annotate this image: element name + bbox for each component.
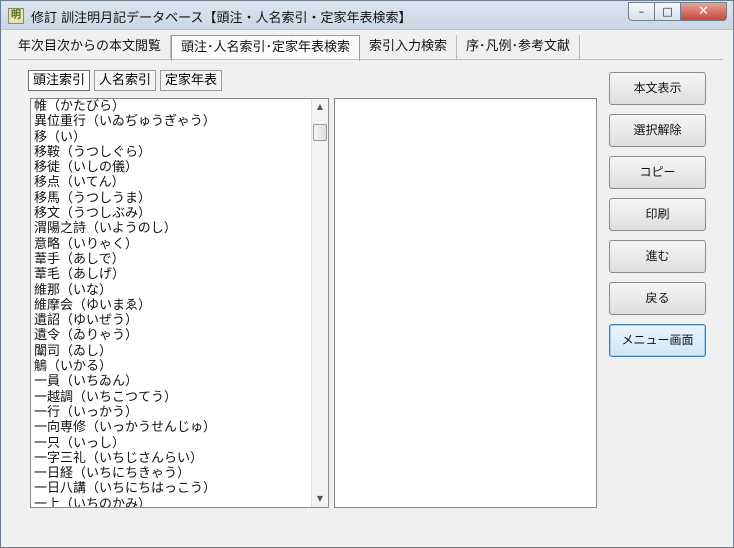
- caption-buttons: – □ ✕: [628, 2, 727, 22]
- list-item[interactable]: 意略（いりゃく）: [34, 237, 310, 252]
- list-item[interactable]: 維摩会（ゆいまゑ）: [34, 298, 310, 313]
- show-text-button[interactable]: 本文表示: [609, 72, 706, 105]
- tab-yearly-index[interactable]: 年次目次からの本文閲覧: [9, 35, 172, 60]
- list-item[interactable]: 一日八講（いちにちはっこう）: [34, 481, 310, 496]
- subtab-person-index[interactable]: 人名索引: [94, 70, 157, 91]
- list-item[interactable]: 帷（かたびら）: [34, 99, 310, 114]
- scroll-down-icon[interactable]: ▼: [312, 491, 328, 507]
- list-item[interactable]: 移徙（いしの儀）: [34, 160, 310, 175]
- menu-screen-button[interactable]: メニュー画面: [609, 324, 706, 357]
- scroll-up-icon[interactable]: ▲: [312, 99, 328, 115]
- back-button[interactable]: 戻る: [609, 282, 706, 315]
- headnote-listbox[interactable]: 帷（かたびら） 異位重行（いゐぢゅうぎゃう） 移（い） 移鞍（うつしぐら） 移徙（いしの…: [30, 98, 329, 508]
- title-bar[interactable]: 明 修訂 訓注明月記データベース【頭注・人名索引・定家年表検索】 – □ ✕: [1, 1, 733, 30]
- maximize-button[interactable]: □: [655, 2, 681, 21]
- list-item[interactable]: 移文（うつしぶみ）: [34, 206, 310, 221]
- list-item[interactable]: 闈司（ゐし）: [34, 344, 310, 359]
- list-scrollbar[interactable]: ▲ ▼: [311, 99, 328, 507]
- clear-selection-button[interactable]: 選択解除: [609, 114, 706, 147]
- list-item[interactable]: 一字三礼（いちじさんらい）: [34, 451, 310, 466]
- main-tab-bar: 年次目次からの本文閲覧 頭注･人名索引･定家年表検索 索引入力検索 序･凡例･参…: [9, 35, 581, 61]
- list-item[interactable]: 一行（いっかう）: [34, 405, 310, 420]
- list-item[interactable]: 渭陽之詩（いようのし）: [34, 221, 310, 236]
- tab-index-input-search[interactable]: 索引入力検索: [360, 35, 458, 60]
- list-item[interactable]: 移鞍（うつしぐら）: [34, 145, 310, 160]
- list-item[interactable]: 一上（いちのかみ）: [34, 497, 310, 507]
- list-item[interactable]: 維那（いな）: [34, 283, 310, 298]
- copy-button[interactable]: コピー: [609, 156, 706, 189]
- forward-button[interactable]: 進む: [609, 240, 706, 273]
- detail-pane[interactable]: [334, 98, 597, 508]
- list-item[interactable]: 一只（いっし）: [34, 436, 310, 451]
- list-item[interactable]: 異位重行（いゐぢゅうぎゃう）: [34, 114, 310, 129]
- list-item[interactable]: 遺詔（ゆいぜう）: [34, 313, 310, 328]
- close-icon: ✕: [698, 4, 709, 19]
- list-item[interactable]: 鵤（いかる）: [34, 359, 310, 374]
- print-button[interactable]: 印刷: [609, 198, 706, 231]
- list-item[interactable]: 移点（いてん）: [34, 175, 310, 190]
- tab-notes-index-search[interactable]: 頭注･人名索引･定家年表検索: [171, 35, 361, 61]
- minimize-icon: –: [638, 5, 645, 18]
- maximize-icon: □: [662, 5, 673, 18]
- minimize-button[interactable]: –: [628, 2, 655, 21]
- list-items: 帷（かたびら） 異位重行（いゐぢゅうぎゃう） 移（い） 移鞍（うつしぐら） 移徙（いしの…: [34, 99, 310, 507]
- list-item[interactable]: 葦手（あしで）: [34, 252, 310, 267]
- window-title: 修訂 訓注明月記データベース【頭注・人名索引・定家年表検索】: [31, 11, 412, 26]
- list-item[interactable]: 葦毛（あしげ）: [34, 267, 310, 282]
- subtab-notes-index[interactable]: 頭注索引: [28, 70, 91, 91]
- main-window: 明 修訂 訓注明月記データベース【頭注・人名索引・定家年表検索】 – □ ✕ 年…: [0, 0, 734, 548]
- list-item[interactable]: 一越調（いちこつてう）: [34, 390, 310, 405]
- list-item[interactable]: 一向専修（いっかうせんじゅ）: [34, 420, 310, 435]
- list-item[interactable]: 一員（いちゐん）: [34, 374, 310, 389]
- list-item[interactable]: 遺令（ゐりゃう）: [34, 328, 310, 343]
- list-item[interactable]: 移馬（うつしうま）: [34, 191, 310, 206]
- subtab-teika-chronology[interactable]: 定家年表: [160, 70, 223, 91]
- sub-tab-bar: 頭注索引 人名索引 定家年表: [28, 70, 223, 91]
- close-button[interactable]: ✕: [681, 2, 727, 21]
- tab-preface-references[interactable]: 序･凡例･参考文献: [457, 35, 581, 60]
- scroll-thumb[interactable]: [313, 124, 327, 141]
- app-icon: 明: [8, 8, 24, 24]
- list-item[interactable]: 一日経（いちにちきゃう）: [34, 466, 310, 481]
- list-item[interactable]: 移（い）: [34, 130, 310, 145]
